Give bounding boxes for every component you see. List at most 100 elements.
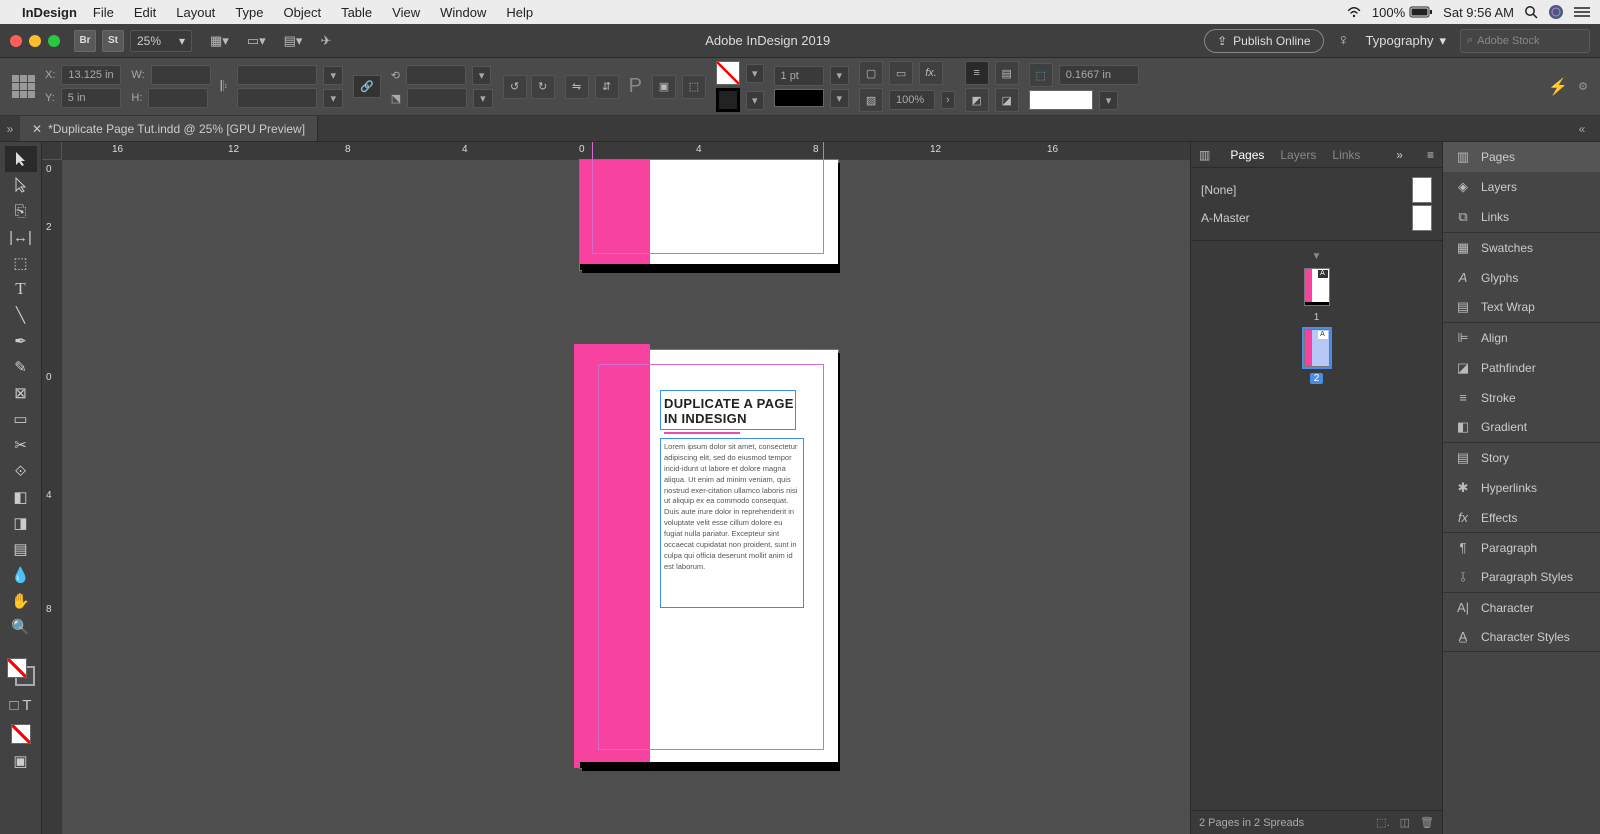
dock-swatches[interactable]: ▦Swatches <box>1443 233 1600 263</box>
delete-page-button[interactable]: 🗑 <box>1420 816 1434 829</box>
stroke-style-select[interactable] <box>774 89 824 107</box>
master-none-row[interactable]: [None] <box>1201 176 1432 204</box>
page-tool[interactable]: ⎘ <box>5 198 37 224</box>
rectangle-frame-tool[interactable]: ⊠ <box>5 380 37 406</box>
tab-pages[interactable]: Pages <box>1230 148 1264 162</box>
panel-settings-icon[interactable]: ⚙ <box>1578 80 1588 93</box>
document-canvas[interactable]: 16 12 8 4 0 4 8 12 16 0 2 0 4 8 <box>42 142 1190 834</box>
flip-h-button[interactable]: ⇋ <box>565 75 589 99</box>
dock-gradient[interactable]: ◧Gradient <box>1443 412 1600 442</box>
dock-paragraph-styles[interactable]: ⫱Paragraph Styles <box>1443 562 1600 592</box>
dock-story[interactable]: ▤Story <box>1443 443 1600 473</box>
y-field[interactable]: 5 in <box>61 88 121 108</box>
tab-links[interactable]: Links <box>1332 148 1360 162</box>
tab-layers[interactable]: Layers <box>1280 148 1316 162</box>
stroke-swatch[interactable] <box>716 88 740 112</box>
eyedropper-tool[interactable]: 💧 <box>5 562 37 588</box>
quick-apply-icon[interactable]: ⚡ <box>1548 77 1568 97</box>
dock-links[interactable]: ⧉Links <box>1443 202 1600 232</box>
spotlight-icon[interactable] <box>1524 5 1538 19</box>
close-tab-icon[interactable]: ✕ <box>32 122 42 136</box>
document-tab[interactable]: ✕*Duplicate Page Tut.indd @ 25% [GPU Pre… <box>20 116 318 141</box>
w-field[interactable] <box>151 65 211 85</box>
panel-collapse-icon[interactable]: » <box>1396 148 1403 162</box>
reference-point-grid[interactable] <box>12 75 35 98</box>
menu-help[interactable]: Help <box>506 5 533 20</box>
dock-hyperlinks[interactable]: ✱Hyperlinks <box>1443 473 1600 503</box>
type-tool[interactable]: T <box>5 276 37 302</box>
pencil-tool[interactable]: ✎ <box>5 354 37 380</box>
flip-v-button[interactable]: ⇵ <box>595 75 619 99</box>
selection-tool[interactable] <box>5 146 37 172</box>
menu-view[interactable]: View <box>392 5 420 20</box>
gradient-swatch-tool[interactable]: ◧ <box>5 484 37 510</box>
gpu-icon[interactable]: ✈ <box>320 33 331 49</box>
spread-1[interactable] <box>580 160 838 270</box>
x-field[interactable]: 13.125 in <box>61 65 121 85</box>
menu-file[interactable]: File <box>93 5 114 20</box>
close-window-button[interactable] <box>10 35 22 47</box>
corner-inverse-button[interactable]: ◪ <box>995 88 1019 112</box>
menu-type[interactable]: Type <box>235 5 263 20</box>
formatting-affects-toggle[interactable]: □ T <box>5 692 37 718</box>
dock-layers[interactable]: ◈Layers <box>1443 172 1600 202</box>
minimize-window-button[interactable] <box>29 35 41 47</box>
line-tool[interactable]: ╲ <box>5 302 37 328</box>
rotate-ccw-button[interactable]: ↺ <box>503 75 527 99</box>
corner-size-field[interactable]: 0.1667 in <box>1059 65 1139 85</box>
zoom-tool[interactable]: 🔍 <box>5 614 37 640</box>
dock-paragraph[interactable]: ¶Paragraph <box>1443 533 1600 562</box>
apply-color-proxy[interactable] <box>7 720 35 748</box>
dock-stroke[interactable]: ≡Stroke <box>1443 383 1600 412</box>
dock-pages[interactable]: ▥Pages <box>1443 142 1600 172</box>
scale-y-field[interactable] <box>237 88 317 108</box>
h-field[interactable] <box>148 88 208 108</box>
dock-character-styles[interactable]: A̲Character Styles <box>1443 622 1600 651</box>
menu-object[interactable]: Object <box>284 5 322 20</box>
spread-2[interactable]: DUPLICATE A PAGEIN INDESIGN Lorem ipsum … <box>580 350 838 768</box>
rotate-cw-button[interactable]: ↻ <box>531 75 555 99</box>
dock-character[interactable]: A|Character <box>1443 593 1600 622</box>
stock-badge[interactable]: St <box>102 30 124 52</box>
wifi-icon[interactable] <box>1346 6 1362 18</box>
rectangle-tool[interactable]: ▭ <box>5 406 37 432</box>
arrange-icon[interactable]: ▤▾ <box>284 33 303 49</box>
app-name-menu[interactable]: InDesign <box>22 5 77 20</box>
pen-tool[interactable]: ✒ <box>5 328 37 354</box>
workspace-dropdown[interactable]: Typography▾ <box>1366 33 1446 49</box>
constrain-icon[interactable]: 𝄆 <box>221 78 228 95</box>
drop-shadow-button[interactable]: ▨ <box>859 88 883 112</box>
effects-button[interactable]: fx. <box>919 61 943 85</box>
free-transform-tool[interactable]: ⟐ <box>5 458 37 484</box>
dock-effects[interactable]: fxEffects <box>1443 503 1600 532</box>
scale-x-field[interactable] <box>237 65 317 85</box>
dim-link-icon[interactable]: ⬚ <box>1029 63 1053 87</box>
panel-menu-icon[interactable]: ≡ <box>1427 148 1434 162</box>
direct-selection-tool[interactable] <box>5 172 37 198</box>
edit-page-size-button[interactable]: ⬚. <box>1376 816 1389 829</box>
scissors-tool[interactable]: ✂ <box>5 432 37 458</box>
page-2-thumb[interactable]: A <box>1304 329 1330 367</box>
zoom-dropdown[interactable]: 25%▾ <box>130 30 192 52</box>
opacity-field[interactable]: 100% <box>889 90 935 110</box>
view-options-icon[interactable]: ▦▾ <box>210 33 229 49</box>
fullscreen-window-button[interactable] <box>48 35 60 47</box>
fit-frame-button[interactable]: ▭ <box>889 61 913 85</box>
cc-libraries-icon[interactable]: ♀ <box>1338 32 1350 50</box>
dock-glyphs[interactable]: AGlyphs <box>1443 263 1600 292</box>
dock-pathfinder[interactable]: ◪Pathfinder <box>1443 353 1600 383</box>
stroke-weight-field[interactable]: 1 pt <box>774 66 824 86</box>
hand-tool[interactable]: ✋ <box>5 588 37 614</box>
select-content-button[interactable]: ⬚ <box>682 75 706 99</box>
stock-search-input[interactable]: ⌕Adobe Stock <box>1460 29 1590 53</box>
fill-swatch[interactable] <box>716 61 740 85</box>
content-collector-tool[interactable]: ⬚ <box>5 250 37 276</box>
expand-panels-icon[interactable]: » <box>0 122 20 136</box>
master-a-row[interactable]: A-Master <box>1201 204 1432 232</box>
shear-field[interactable] <box>407 88 467 108</box>
corner-shape-select[interactable] <box>1029 90 1093 110</box>
menu-table[interactable]: Table <box>341 5 372 20</box>
menu-window[interactable]: Window <box>440 5 486 20</box>
control-center-icon[interactable] <box>1574 6 1590 18</box>
collapse-panels-icon[interactable]: « <box>1572 122 1592 136</box>
